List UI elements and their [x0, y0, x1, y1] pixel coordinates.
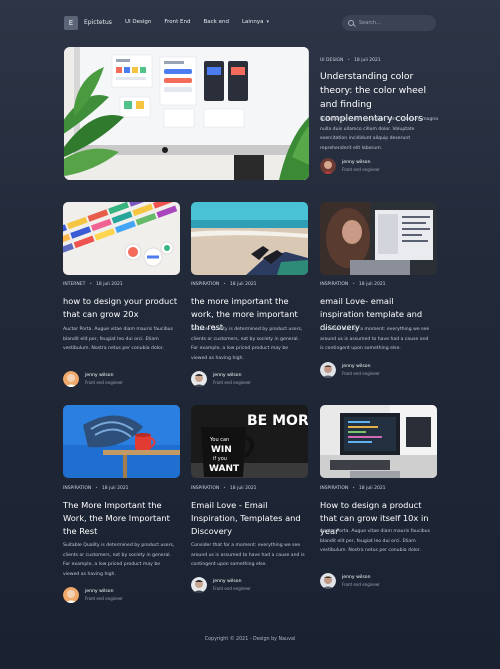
card-author: jenny wilson Front end engineer [320, 362, 380, 378]
avatar [63, 371, 79, 387]
card-image[interactable] [320, 202, 437, 275]
author-role: Front end engineer [342, 582, 380, 587]
logo-letter: E [68, 19, 74, 27]
featured-author: jenny wilson Front end engineer [320, 158, 380, 174]
card-category[interactable]: INSPIRATION [63, 486, 91, 491]
meta-separator: • [95, 486, 98, 491]
search-input[interactable] [359, 20, 429, 26]
mug-text-line-4: WANT [209, 464, 240, 474]
featured-excerpt: Nulla Lorem mollit cupidatat irure. Labo… [320, 117, 439, 151]
card-excerpt: Auctor Porta. Augue vitae diam mauris fa… [63, 327, 173, 352]
card-meta: INSPIRATION • 18 juli 2021 [191, 282, 257, 287]
author-role: Front end engineer [85, 380, 123, 385]
card-image[interactable] [63, 202, 180, 275]
brand-name[interactable]: Epictetus [84, 19, 112, 26]
card-author: jenny wilson Front end engineer [63, 587, 123, 603]
card-meta: INTERNET • 18 juli 2021 [63, 282, 123, 287]
avatar [191, 371, 207, 387]
search-icon [348, 20, 354, 26]
meta-separator: • [352, 486, 355, 491]
author-role: Front end engineer [213, 380, 251, 385]
card-category[interactable]: INSPIRATION [320, 486, 348, 491]
card-author: jenny wilson Front end engineer [191, 577, 251, 593]
featured-image[interactable] [64, 47, 309, 180]
search-box[interactable] [342, 15, 436, 31]
mug-text-line-3: if you [213, 456, 227, 462]
card-title[interactable]: how to design your product that can grow… [63, 295, 178, 321]
card-image[interactable] [63, 405, 180, 478]
featured-category[interactable]: UI DESIGN [320, 58, 343, 63]
nav-link-back-end[interactable]: Back end [204, 19, 229, 25]
chevron-down-icon: ▾ [266, 19, 270, 25]
meta-separator: • [89, 282, 93, 287]
author-name[interactable]: jenny wilson [342, 574, 380, 581]
card-date: 18 juli 2021 [96, 282, 123, 287]
author-name[interactable]: jenny wilson [342, 363, 380, 370]
featured-date: 18 juli 2021 [354, 58, 381, 63]
avatar [63, 587, 79, 603]
top-navbar: E Epictetus UI Design Front End Back end… [0, 0, 500, 46]
avatar [191, 577, 207, 593]
logo[interactable]: E [64, 16, 78, 30]
card-date: 18 juli 2021 [101, 486, 129, 491]
card-author: jenny wilson Front end engineer [191, 371, 251, 387]
author-role: Front end engineer [85, 596, 123, 601]
card-meta: INSPIRATION • 18 juli 2021 [191, 486, 257, 491]
author-name[interactable]: jenny wilson [213, 578, 251, 585]
poster-text: BE MORE [247, 413, 308, 429]
featured-meta: UI DESIGN • 18 juli 2021 [320, 58, 381, 63]
card-category[interactable]: INTERNET [63, 282, 85, 287]
author-role: Front end engineer [342, 371, 380, 376]
avatar [320, 573, 336, 589]
author-name[interactable]: jenny wilson [342, 159, 380, 166]
card-category[interactable]: INSPIRATION [191, 486, 219, 491]
card-category[interactable]: INSPIRATION [191, 282, 219, 287]
card-image[interactable] [320, 405, 437, 478]
avatar [320, 158, 336, 174]
card-meta: INSPIRATION • 18 juli 2021 [320, 486, 386, 491]
nav-links: UI Design Front End Back end Lainnya ▾ [125, 19, 282, 25]
card-date: 18 juli 2021 [229, 282, 257, 287]
mug-text-line-1: You can [209, 437, 229, 443]
card-excerpt: Auctor Porta. Augue vitae diam mauris fa… [320, 529, 430, 554]
card-excerpt: Consider that for a moment: everything w… [191, 543, 305, 568]
card-excerpt: Suitable Quality is determined by produc… [191, 327, 303, 361]
avatar [320, 362, 336, 378]
card-date: 18 juli 2021 [358, 486, 386, 491]
meta-separator: • [223, 282, 226, 287]
author-name[interactable]: jenny wilson [213, 372, 251, 379]
meta-separator: • [352, 282, 355, 287]
author-name[interactable]: jenny wilson [85, 372, 123, 379]
author-role: Front end engineer [342, 167, 380, 172]
card-title[interactable]: The More Important the Work, the More Im… [63, 499, 178, 537]
meta-separator: • [223, 486, 226, 491]
card-image[interactable] [191, 202, 308, 275]
card-title[interactable]: Email Love - Email Inspiration, Template… [191, 499, 309, 537]
card-meta: INSPIRATION • 18 juli 2021 [320, 282, 386, 287]
nav-link-front-end[interactable]: Front End [164, 19, 190, 25]
meta-separator: • [347, 58, 351, 63]
card-category[interactable]: INSPIRATION [320, 282, 348, 287]
mug-text-line-2: WIN [211, 445, 232, 455]
card-author: jenny wilson Front end engineer [320, 573, 380, 589]
nav-link-ui-design[interactable]: UI Design [125, 19, 151, 25]
author-role: Front end engineer [213, 586, 251, 591]
card-date: 18 juli 2021 [358, 282, 386, 287]
card-meta: INSPIRATION • 18 juli 2021 [63, 486, 129, 491]
card-image[interactable]: BE MORE You can WIN if you WANT [191, 405, 308, 478]
card-date: 18 juli 2021 [229, 486, 257, 491]
footer-copyright: Copyright © 2021 - Design by Nauval [204, 637, 296, 642]
card-excerpt: Suitable Quality is determined by produc… [63, 543, 175, 577]
card-author: jenny wilson Front end engineer [63, 371, 123, 387]
author-name[interactable]: jenny wilson [85, 588, 123, 595]
nav-dropdown-label: Lainnya [241, 19, 264, 25]
card-excerpt: Consider that for a moment: everything w… [320, 327, 430, 352]
nav-dropdown-lainnya[interactable]: Lainnya ▾ [242, 19, 269, 25]
